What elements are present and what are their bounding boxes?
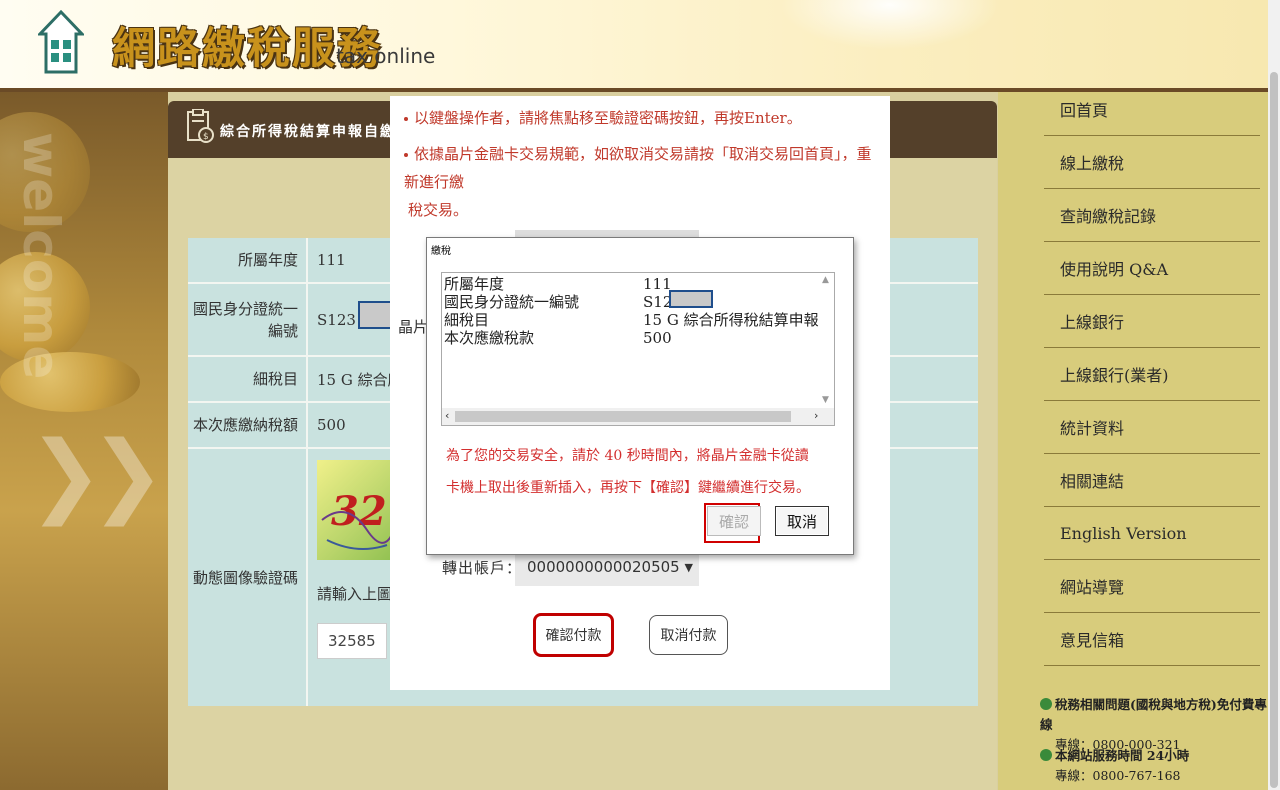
id-number-value: S123 — [317, 310, 356, 329]
scroll-right-icon[interactable]: › — [814, 409, 818, 422]
row-label: 國民身分證統一編號 — [188, 284, 306, 355]
sidebar-item-statistics[interactable]: 統計資料 — [1044, 401, 1260, 454]
account-label: 轉出帳戶： — [442, 559, 523, 577]
card-confirm-dialog: 繳稅 所屬年度 111 國民身分證統一編號 S123 細稅目 15 G 綜合所得… — [426, 237, 854, 555]
list-item-value: 15 G 綜合所得稅結算申報自繳 — [643, 311, 835, 329]
sidebar-item-links[interactable]: 相關連結 — [1044, 454, 1260, 507]
row-label: 動態圖像驗證碼 — [188, 449, 306, 706]
sidebar-item-query-records[interactable]: 查詢繳稅記錄 — [1044, 189, 1260, 242]
dialog-title: 繳稅 — [431, 246, 451, 257]
cancel-notice: 依據晶片金融卡交易規範，如欲取消交易請按「取消交易回首頁」，重新進行繳 稅交易。 — [404, 145, 872, 219]
row-label: 所屬年度 — [188, 238, 306, 282]
captcha-noise — [321, 511, 397, 550]
redacted-box — [669, 290, 713, 308]
cancel-payment-button[interactable]: 取消付款 — [649, 615, 728, 655]
tax-document-icon: $ — [187, 109, 214, 143]
sidebar-item-sitemap[interactable]: 網站導覽 — [1044, 560, 1260, 613]
bullet-icon — [404, 153, 408, 157]
welcome-watermark: welcome — [12, 132, 70, 380]
phone-icon — [1040, 698, 1052, 710]
page-scrollbar[interactable] — [1268, 0, 1280, 790]
row-label: 細稅目 — [188, 357, 306, 401]
phone-icon — [1040, 749, 1052, 761]
scroll-left-icon[interactable]: ‹ — [445, 409, 449, 422]
list-item-label: 所屬年度 — [444, 275, 505, 293]
sidebar-item-banks-business[interactable]: 上線銀行(業者) — [1044, 348, 1260, 401]
dialog-cancel-button[interactable]: 取消 — [775, 506, 829, 536]
security-message: 為了您的交易安全，請於 40 秒時間內，將晶片金融卡從讀 — [446, 448, 809, 464]
sidebar-item-home[interactable]: 回首頁 — [1044, 82, 1260, 136]
list-horizontal-scrollbar[interactable]: ‹ › — [442, 408, 834, 425]
house-logo-icon[interactable] — [38, 10, 84, 74]
list-item-value: 500 — [643, 329, 672, 347]
chevron-right-icon: ❯ — [90, 422, 166, 527]
list-item-value: 111 — [643, 275, 672, 293]
sidebar-item-feedback[interactable]: 意見信箱 — [1044, 613, 1260, 666]
dialog-ok-button[interactable]: 確認 — [707, 506, 761, 536]
sidebar-item-english[interactable]: English Version — [1044, 507, 1260, 560]
scroll-up-icon[interactable]: ▲ — [822, 275, 829, 285]
captcha-image: 32 — [317, 460, 397, 560]
scrollbar-thumb[interactable] — [1270, 72, 1278, 788]
list-item-label: 細稅目 — [444, 311, 490, 329]
list-vertical-scrollbar[interactable]: ▲ ▼ — [819, 273, 834, 410]
decorative-side-banner: welcome ❯ ❯ — [0, 92, 168, 790]
chip-card-label: 晶片 — [398, 318, 429, 336]
list-item-label: 國民身分證統一編號 — [444, 293, 580, 311]
scroll-down-icon[interactable]: ▼ — [822, 395, 829, 405]
header-glow — [780, 0, 1000, 50]
panel-title: 綜合所得稅結算申報自繳 — [220, 124, 396, 140]
contact-title: 稅務相關問題(國稅與地方稅)免付費專線 — [1040, 697, 1267, 732]
keyboard-notice: 以鍵盤操作者，請將焦點移至驗證密碼按鈕，再按Enter。 — [404, 104, 884, 132]
contact-title: 本網站服務時間 24小時 — [1040, 746, 1268, 766]
captcha-input[interactable]: 32585 — [317, 623, 387, 659]
site-header: 網路繳稅服務 tax online — [0, 0, 1268, 90]
contact-number: 專線：0800-767-168 — [1055, 768, 1181, 783]
security-message: 卡機上取出後重新插入，再按下【確認】鍵繼續進行交易。 — [446, 480, 810, 496]
sidebar-item-help[interactable]: 使用說明 Q&A — [1044, 242, 1260, 295]
sidebar-nav: 回首頁 線上繳稅 查詢繳稅記錄 使用說明 Q&A 上線銀行 上線銀行(業者) 統… — [1044, 82, 1260, 666]
contact-block: 本網站服務時間 24小時 專線：0800-767-168 — [1040, 746, 1268, 786]
confirm-payment-button[interactable]: 確認付款 — [533, 613, 614, 657]
transaction-summary-list: 所屬年度 111 國民身分證統一編號 S123 細稅目 15 G 綜合所得稅結算… — [441, 272, 835, 426]
list-item-label: 本次應繳稅款 — [444, 329, 535, 347]
scrollbar-thumb[interactable] — [455, 411, 791, 422]
bullet-icon — [404, 117, 408, 121]
row-label: 本次應繳納稅額 — [188, 403, 306, 447]
site-subtitle: tax online — [336, 44, 436, 68]
svg-text:$: $ — [203, 132, 209, 142]
sidebar-item-banks[interactable]: 上線銀行 — [1044, 295, 1260, 348]
sidebar-item-online-pay[interactable]: 線上繳稅 — [1044, 136, 1260, 189]
